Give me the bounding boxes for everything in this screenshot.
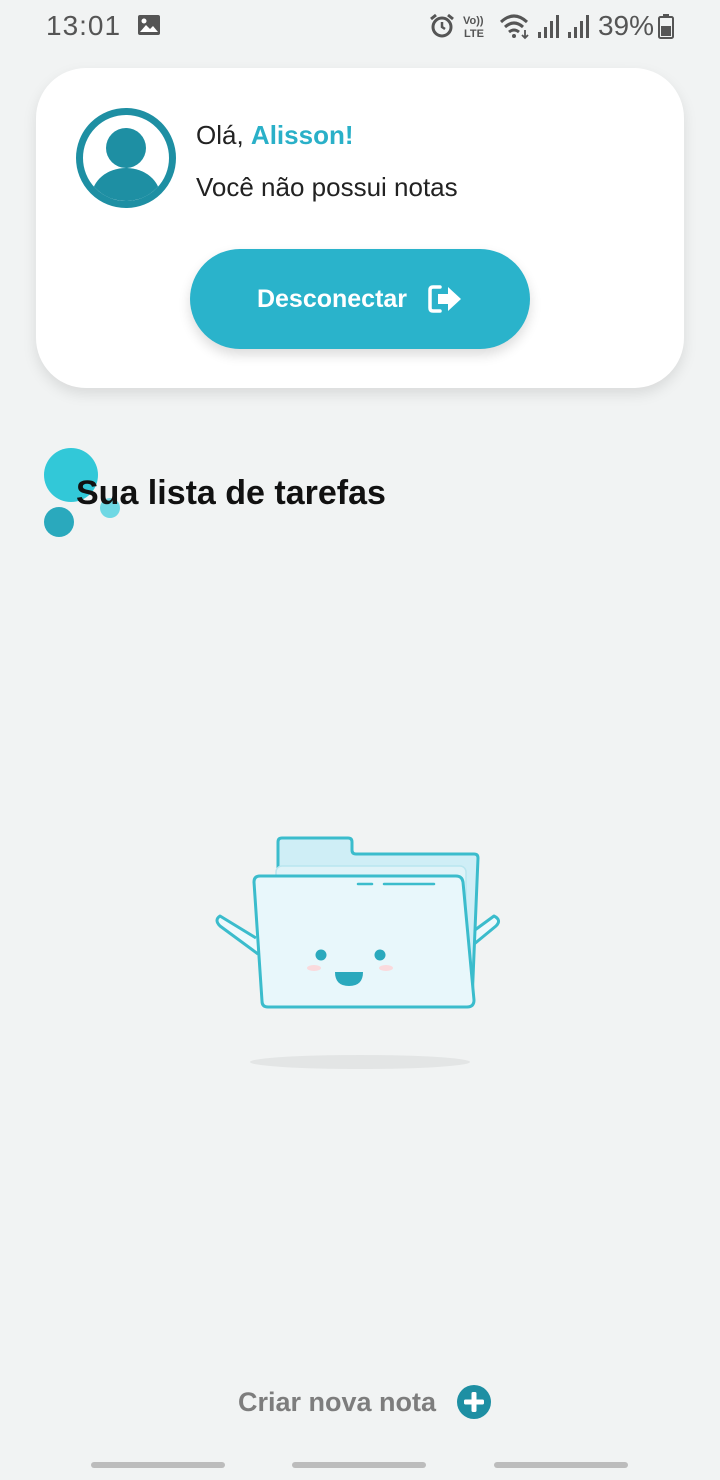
alarm-icon: [430, 13, 454, 38]
logout-label: Desconectar: [256, 284, 408, 313]
status-bar: 13:01 Vo)) LTE 39%: [0, 0, 720, 52]
wifi-icon: [499, 14, 529, 40]
app-screen: 13:01 Vo)) LTE 39% Olá, Alisson! Você nã…: [0, 0, 720, 1480]
signal-icon: [567, 15, 589, 38]
create-note-button[interactable]: Criar nova nota: [238, 1382, 492, 1422]
svg-text:Vo)): Vo)): [463, 15, 484, 27]
battery-icon: [658, 14, 674, 39]
signal-icon: [537, 15, 559, 38]
plus-circle-icon: [457, 1385, 492, 1419]
notes-status: Você não possui notas: [196, 172, 458, 202]
greeting: Olá, Alisson!: [196, 120, 354, 151]
avatar: [76, 108, 176, 208]
user-name: Alisson!: [250, 120, 354, 150]
logout-icon: [428, 285, 462, 313]
logout-button[interactable]: Desconectar: [190, 249, 530, 349]
profile-card: Olá, Alisson! Você não possui notas Desc…: [36, 68, 684, 388]
status-icons: Vo)) LTE 39%: [428, 10, 674, 42]
section-title: Sua lista de tarefas: [76, 474, 386, 512]
greeting-prefix: Olá,: [196, 120, 251, 150]
volte-icon: Vo)) LTE: [463, 15, 484, 40]
nav-recents-button[interactable]: [91, 1462, 225, 1468]
nav-home-button[interactable]: [292, 1462, 426, 1468]
folder-illustration: [215, 836, 501, 1069]
nav-back-button[interactable]: [494, 1462, 628, 1468]
navigation-bar: [0, 1440, 720, 1480]
status-time: 13:01: [46, 10, 122, 41]
create-note-label: Criar nova nota: [238, 1386, 437, 1417]
gallery-icon: [138, 15, 160, 35]
svg-text:LTE: LTE: [464, 28, 484, 40]
battery-percent: 39%: [597, 10, 654, 41]
